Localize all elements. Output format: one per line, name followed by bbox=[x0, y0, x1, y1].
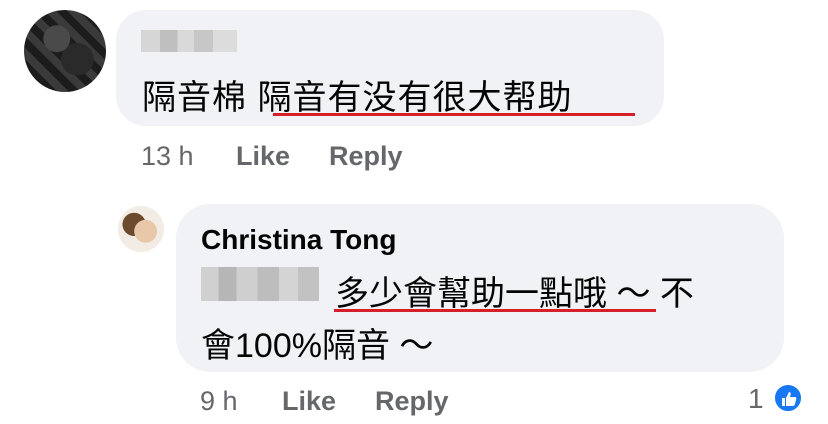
comment-text-line2: 會100%隔音 ～ bbox=[201, 327, 434, 365]
blurred-author-name[interactable] bbox=[141, 30, 237, 52]
comment-text: 隔音棉 隔音有没有很大帮助 bbox=[142, 70, 572, 119]
red-underline bbox=[273, 113, 635, 116]
blurred-mention[interactable] bbox=[201, 267, 319, 301]
comment-author[interactable]: Christina Tong bbox=[201, 224, 396, 256]
comment-meta-row: 13 h bbox=[141, 141, 194, 172]
comment-text-underlined: 隔音有没有很大帮助 bbox=[257, 79, 573, 117]
comment-text-rest: ～ 不 bbox=[607, 275, 694, 313]
like-button[interactable]: Like bbox=[282, 386, 336, 416]
red-underline bbox=[334, 309, 656, 312]
reply-button[interactable]: Reply bbox=[329, 141, 403, 171]
comment-text-plain: 隔音棉 bbox=[142, 79, 258, 117]
avatar[interactable] bbox=[24, 10, 106, 92]
reaction-count[interactable]: 1 bbox=[748, 383, 764, 415]
avatar[interactable] bbox=[118, 206, 164, 252]
like-button[interactable]: Like bbox=[236, 141, 290, 171]
comment-text-underlined: 多少會幫助一點哦 bbox=[335, 275, 607, 313]
comment-text-line1: 多少會幫助一點哦 ～ 不 bbox=[335, 266, 694, 315]
comment-time[interactable]: 9 h bbox=[200, 386, 238, 416]
reply-button[interactable]: Reply bbox=[375, 386, 449, 416]
comment-time[interactable]: 13 h bbox=[141, 141, 194, 171]
thumbs-up-icon[interactable] bbox=[773, 383, 803, 413]
